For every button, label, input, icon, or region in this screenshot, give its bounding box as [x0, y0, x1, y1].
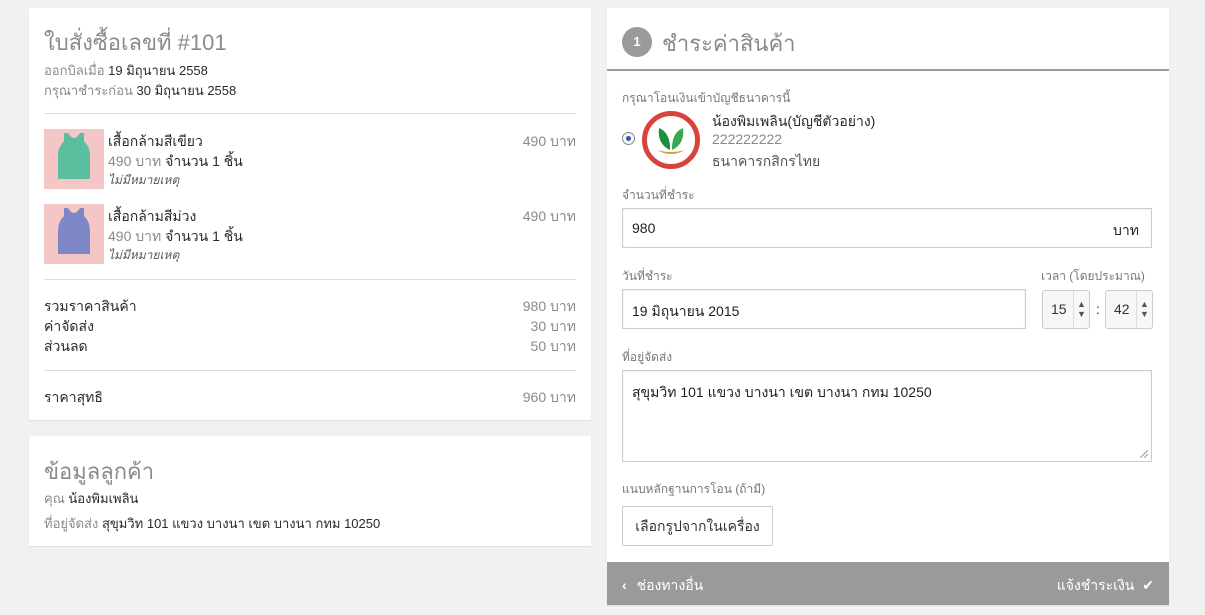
item-price: 490 บาท [522, 208, 576, 224]
product-thumbnail [44, 204, 104, 264]
bank-radio[interactable] [622, 132, 635, 145]
item-quantity: 490 บาท จำนวน 1 ชิ้น [108, 226, 243, 248]
payment-title: ชำระค่าสินค้า [662, 31, 796, 56]
due-date: 30 มิถุนายน 2558 [136, 83, 237, 98]
shipping-label: ค่าจัดส่ง [44, 318, 94, 334]
amount-input[interactable]: 980 บาท [622, 208, 1152, 248]
issued-date: 19 มิถุนายน 2558 [108, 63, 208, 78]
customer-name-line: คุณ น้องพิมเพลิน [44, 488, 138, 509]
spinner-arrows-icon: ▲ ▼ [1073, 291, 1089, 328]
minute-select[interactable]: 42 ▲ ▼ [1105, 290, 1153, 329]
net-label: ราคาสุทธิ [44, 389, 103, 405]
order-title: ใบสั่งซื้อเลขที่ #101 [44, 30, 227, 55]
date-input[interactable]: 19 มิถุนายน 2015 [622, 289, 1026, 329]
subtotal-value: 980 บาท [522, 298, 576, 314]
order-item: เสื้อกล้ามสีเขียว 490 บาท จำนวน 1 ชิ้น ไ… [44, 129, 576, 189]
payment-header: 1 ชำระค่าสินค้า [607, 8, 1169, 71]
minute-value: 42 [1114, 301, 1130, 317]
discount-row: ส่วนลด 50 บาท [44, 336, 576, 356]
divider [44, 113, 576, 114]
net-row: ราคาสุทธิ 960 บาท [44, 387, 576, 407]
item-note: ไม่มีหมายเหตุ [108, 248, 180, 262]
hour-select[interactable]: 15 ▲ ▼ [1042, 290, 1090, 329]
address-label: ที่อยู่จัดส่ง [622, 350, 673, 364]
amount-value: 980 [632, 220, 656, 236]
item-unit-price: 490 บาท [108, 153, 162, 169]
item-price: 490 บาท [522, 133, 576, 149]
subtotal-label: รวมราคาสินค้า [44, 298, 137, 314]
bank-account-name: น้องพิมเพลิน(บัญชีตัวอย่าง) [712, 113, 876, 129]
submit-payment-label: แจ้งชำระเงิน [1056, 577, 1135, 593]
date-label: วันที่ชำระ [622, 269, 673, 283]
item-name: เสื้อกล้ามสีม่วง [108, 208, 197, 224]
tank-top-icon [58, 133, 90, 179]
address-value: สุขุมวิท 101 แขวง บางนา เขต บางนา กทม 10… [632, 384, 932, 400]
tank-top-icon [58, 208, 90, 254]
shipping-value: 30 บาท [530, 318, 576, 334]
item-qty-text: จำนวน 1 ชิ้น [165, 153, 243, 169]
divider [44, 370, 576, 371]
customer-address-line: ที่อยู่จัดส่ง สุขุมวิท 101 แขวง บางนา เข… [44, 513, 380, 534]
customer-card: ข้อมูลลูกค้า คุณ น้องพิมเพลิน ที่อยู่จัด… [29, 436, 591, 546]
other-channel-label: ช่องทางอื่น [636, 577, 704, 593]
customer-address: สุขุมวิท 101 แขวง บางนา เขต บางนา กทม 10… [101, 516, 381, 531]
item-note: ไม่มีหมายเหตุ [108, 173, 180, 187]
bank-logo-icon [642, 111, 700, 169]
issued-label: ออกบิลเมื่อ [44, 63, 105, 78]
item-qty-text: จำนวน 1 ชิ้น [165, 228, 243, 244]
order-item: เสื้อกล้ามสีม่วง 490 บาท จำนวน 1 ชิ้น ไม… [44, 204, 576, 264]
date-value: 19 มิถุนายน 2015 [632, 303, 740, 319]
due-label: กรุณาชำระก่อน [44, 83, 133, 98]
net-value: 960 บาท [522, 389, 576, 405]
amount-unit: บาท [1113, 222, 1139, 238]
payment-footer: ‹ ช่องทางอื่น แจ้งชำระเงิน ✔ [607, 562, 1169, 605]
customer-title: ข้อมูลลูกค้า [44, 459, 155, 484]
shipping-row: ค่าจัดส่ง 30 บาท [44, 316, 576, 336]
resize-grip-icon[interactable] [1140, 450, 1148, 458]
discount-value: 50 บาท [530, 338, 576, 354]
attach-label: แนบหลักฐานการโอน (ถ้ามี) [622, 482, 766, 496]
payment-card: 1 ชำระค่าสินค้า กรุณาโอนเงินเข้าบัญชีธนา… [607, 8, 1169, 605]
bank-instruction: กรุณาโอนเงินเข้าบัญชีธนาคารนี้ [622, 91, 791, 105]
customer-name: น้องพิมเพลิน [68, 491, 139, 506]
chevron-left-icon: ‹ [622, 577, 627, 593]
hour-value: 15 [1051, 301, 1067, 317]
amount-label: จำนวนที่ชำระ [622, 188, 695, 202]
other-channel-button[interactable]: ‹ ช่องทางอื่น [622, 575, 703, 597]
item-quantity: 490 บาท จำนวน 1 ชิ้น [108, 151, 243, 173]
address-textarea[interactable]: สุขุมวิท 101 แขวง บางนา เขต บางนา กทม 10… [622, 370, 1152, 462]
bank-account-number: 222222222 [712, 131, 783, 147]
discount-label: ส่วนลด [44, 338, 88, 354]
step-badge: 1 [622, 27, 652, 57]
time-label: เวลา (โดยประมาณ) [1041, 269, 1145, 283]
issued-line: ออกบิลเมื่อ 19 มิถุนายน 2558 [44, 60, 208, 81]
due-line: กรุณาชำระก่อน 30 มิถุนายน 2558 [44, 80, 236, 101]
item-name: เสื้อกล้ามสีเขียว [108, 133, 203, 149]
choose-file-button[interactable]: เลือกรูปจากในเครื่อง [622, 506, 773, 546]
product-thumbnail [44, 129, 104, 189]
time-separator: : [1096, 301, 1100, 317]
subtotal-row: รวมราคาสินค้า 980 บาท [44, 296, 576, 316]
customer-address-label: ที่อยู่จัดส่ง [44, 516, 99, 531]
divider [44, 279, 576, 280]
item-unit-price: 490 บาท [108, 228, 162, 244]
customer-prefix: คุณ [44, 491, 65, 506]
bank-name: ธนาคารกสิกรไทย [712, 153, 821, 169]
spinner-arrows-icon: ▲ ▼ [1136, 291, 1152, 328]
order-card: ใบสั่งซื้อเลขที่ #101 ออกบิลเมื่อ 19 มิถ… [29, 8, 591, 420]
submit-payment-button[interactable]: แจ้งชำระเงิน ✔ [1057, 575, 1154, 597]
check-icon: ✔ [1142, 577, 1154, 593]
